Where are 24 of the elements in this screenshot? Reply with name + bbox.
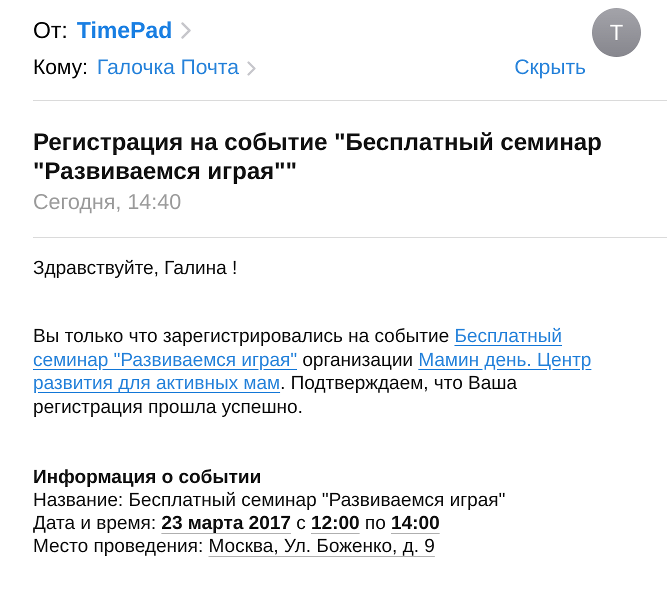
avatar[interactable]: T: [592, 8, 641, 57]
recipient-name[interactable]: Галочка Почта: [96, 52, 239, 84]
hide-link[interactable]: Скрыть: [514, 52, 586, 84]
chevron-icon: [246, 60, 256, 76]
info-line: Дата и время: 23 марта 2017 с 12:00 по 14:00: [33, 512, 441, 535]
event-link[interactable]: Мамин день. Центр: [418, 350, 592, 371]
chevron-icon: [181, 22, 192, 38]
detected-link[interactable]: 12:00: [311, 512, 360, 534]
from-label: От:: [33, 16, 68, 45]
detected-link[interactable]: 14:00: [391, 512, 440, 534]
greeting: Здравствуйте, Галина !: [33, 258, 238, 280]
email-date: Сегодня, 14:40: [33, 190, 182, 214]
event-link[interactable]: Бесплатный: [454, 326, 562, 347]
info-line: Название: Бесплатный семинар "Развиваемся играя": [33, 488, 506, 512]
email-subject: Регистрация на событие "Бесплатный семинар "Развиваемся играя"": [33, 128, 603, 186]
event-link[interactable]: семинар "Развиваемся играя": [33, 350, 298, 371]
info-line: Место проведения: Москва, Ул. Боженко, д. 9: [33, 534, 436, 558]
detected-link[interactable]: 23 марта 2017: [161, 512, 291, 534]
detected-link[interactable]: Москва, Ул. Боженко, д. 9: [208, 536, 435, 557]
info-title: Информация о событии: [33, 466, 262, 489]
to-label: Кому:: [33, 55, 88, 82]
sender-name[interactable]: TimePad: [76, 12, 172, 48]
event-link[interactable]: развития для активных мам: [33, 373, 280, 394]
body-paragraph: Вы только что зарегистрировались на событие Бесплатный семинар "Развиваемся играя" организации Мамин день. Центр развития для активных мам. Подтверждаем, что Ваша регистрация прошла успешно.: [33, 325, 592, 420]
